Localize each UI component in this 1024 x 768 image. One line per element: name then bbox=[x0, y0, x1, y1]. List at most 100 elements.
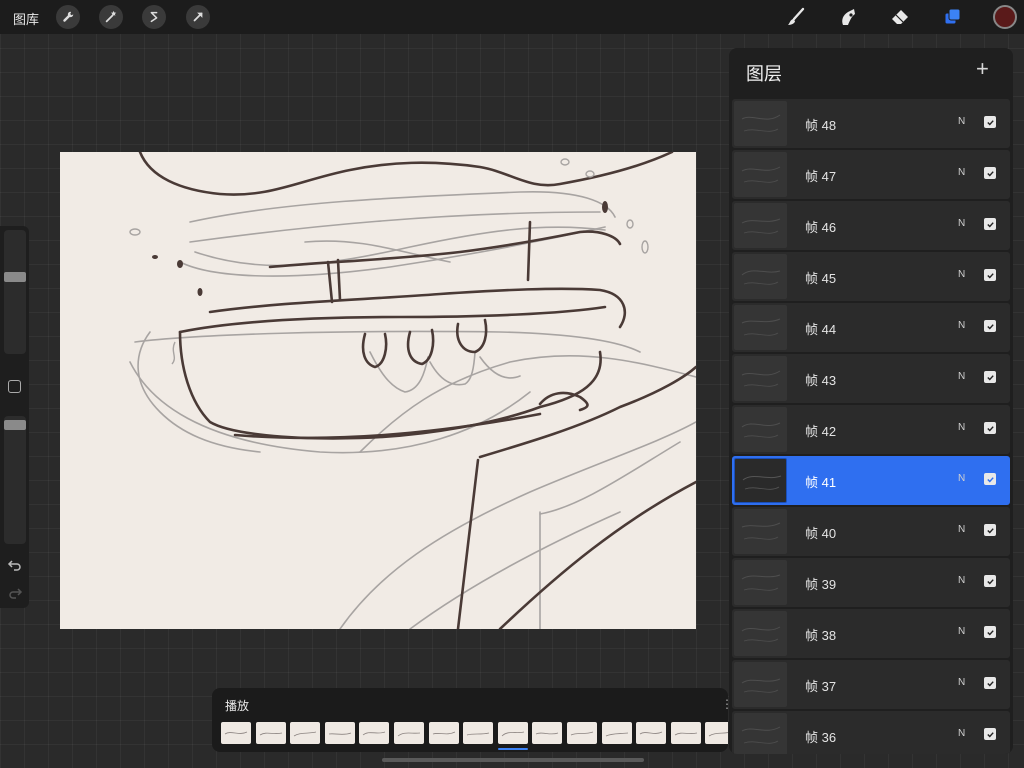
blend-mode-button[interactable]: N bbox=[958, 371, 965, 382]
blend-mode-button[interactable]: N bbox=[958, 422, 965, 433]
layer-row[interactable]: 帧 43 N bbox=[732, 354, 1010, 403]
modify-button[interactable] bbox=[8, 380, 21, 393]
layers-icon[interactable] bbox=[940, 4, 966, 30]
layer-row[interactable]: 帧 46 N bbox=[732, 201, 1010, 250]
color-picker-swatch[interactable] bbox=[993, 5, 1017, 29]
layer-thumbnail[interactable] bbox=[734, 560, 787, 605]
blend-mode-button[interactable]: N bbox=[958, 677, 965, 688]
visibility-checkbox[interactable] bbox=[984, 167, 996, 179]
blend-mode-button[interactable]: N bbox=[958, 575, 965, 586]
blend-mode-button[interactable]: N bbox=[958, 116, 965, 127]
checkmark-icon bbox=[986, 476, 994, 483]
add-layer-button[interactable]: + bbox=[976, 58, 989, 80]
gallery-button[interactable]: 图库 bbox=[13, 9, 39, 28]
blend-mode-button[interactable]: N bbox=[958, 626, 965, 637]
layer-name: 帧 41 bbox=[805, 475, 837, 490]
layer-row[interactable]: 帧 36 N bbox=[732, 711, 1010, 754]
layer-row[interactable]: 帧 48 N bbox=[732, 99, 1010, 148]
layer-name: 帧 36 bbox=[805, 730, 837, 745]
magic-wand-icon[interactable] bbox=[99, 5, 123, 29]
layer-row[interactable]: 帧 42 N bbox=[732, 405, 1010, 454]
drawing-canvas[interactable] bbox=[60, 152, 696, 629]
visibility-checkbox[interactable] bbox=[984, 116, 996, 128]
brush-size-slider-thumb[interactable] bbox=[4, 272, 26, 282]
layer-thumbnail[interactable] bbox=[734, 407, 787, 452]
brush-icon[interactable] bbox=[783, 4, 809, 30]
visibility-checkbox[interactable] bbox=[984, 524, 996, 536]
layer-thumbnail[interactable] bbox=[734, 713, 787, 754]
visibility-checkbox[interactable] bbox=[984, 626, 996, 638]
layer-thumbnail[interactable] bbox=[734, 152, 787, 197]
visibility-checkbox[interactable] bbox=[984, 371, 996, 383]
opacity-slider-thumb[interactable] bbox=[4, 420, 26, 430]
settings-icon[interactable]: ⋮ bbox=[721, 697, 728, 711]
layer-thumbnail[interactable] bbox=[734, 305, 787, 350]
frame-thumbnail[interactable] bbox=[359, 722, 390, 744]
visibility-checkbox[interactable] bbox=[984, 575, 996, 587]
frame-thumbnail[interactable] bbox=[324, 722, 355, 744]
layer-thumbnail[interactable] bbox=[734, 254, 787, 299]
smudge-icon[interactable] bbox=[835, 4, 861, 30]
frame-thumbnail[interactable] bbox=[636, 722, 667, 744]
blend-mode-button[interactable]: N bbox=[958, 269, 965, 280]
frame-thumbnail[interactable] bbox=[497, 722, 528, 744]
blend-mode-button[interactable]: N bbox=[958, 524, 965, 535]
transform-arrow-icon[interactable] bbox=[186, 5, 210, 29]
blend-mode-button[interactable]: N bbox=[958, 473, 965, 484]
visibility-checkbox[interactable] bbox=[984, 218, 996, 230]
layer-row[interactable]: 帧 39 N bbox=[732, 558, 1010, 607]
layer-row[interactable]: 帧 38 N bbox=[732, 609, 1010, 658]
frame-thumbnail[interactable] bbox=[394, 722, 424, 744]
top-toolbar: 图库 bbox=[0, 0, 1024, 34]
frame-thumbnail[interactable] bbox=[290, 722, 321, 744]
opacity-slider[interactable] bbox=[4, 416, 26, 544]
visibility-checkbox[interactable] bbox=[984, 677, 996, 689]
layer-thumbnail[interactable] bbox=[734, 203, 787, 248]
checkmark-icon bbox=[986, 578, 994, 585]
layer-thumbnail[interactable] bbox=[734, 611, 787, 656]
frame-thumbnail[interactable] bbox=[255, 722, 286, 744]
visibility-checkbox[interactable] bbox=[984, 422, 996, 434]
visibility-checkbox[interactable] bbox=[984, 728, 996, 740]
layer-row[interactable]: 帧 45 N bbox=[732, 252, 1010, 301]
checkmark-icon bbox=[986, 680, 994, 687]
frame-thumbnail[interactable] bbox=[670, 722, 701, 744]
undo-icon[interactable] bbox=[7, 557, 23, 573]
layers-title: 图层 bbox=[746, 64, 782, 84]
brush-size-slider[interactable] bbox=[4, 230, 26, 354]
redo-icon[interactable] bbox=[7, 585, 23, 601]
frame-thumbnail[interactable] bbox=[532, 722, 563, 744]
layer-thumbnail[interactable] bbox=[734, 356, 787, 401]
layer-row[interactable]: 帧 47 N bbox=[732, 150, 1010, 199]
layer-row[interactable]: 帧 40 N bbox=[732, 507, 1010, 556]
blend-mode-button[interactable]: N bbox=[958, 320, 965, 331]
layer-row[interactable]: 帧 37 N bbox=[732, 660, 1010, 709]
checkmark-icon bbox=[986, 731, 994, 738]
layers-header: 图层 + bbox=[729, 48, 1013, 96]
layer-thumbnail[interactable] bbox=[734, 509, 787, 554]
visibility-checkbox[interactable] bbox=[984, 320, 996, 332]
wrench-icon[interactable] bbox=[56, 5, 80, 29]
layer-name: 帧 37 bbox=[805, 679, 837, 694]
layer-row[interactable]: 帧 41 N bbox=[732, 456, 1010, 505]
frame-thumbnail[interactable] bbox=[221, 722, 251, 744]
playback-button[interactable]: 播放 bbox=[225, 697, 249, 714]
frame-thumbnail[interactable] bbox=[567, 722, 597, 744]
eraser-icon[interactable] bbox=[887, 4, 913, 30]
layer-thumbnail[interactable] bbox=[734, 101, 787, 146]
selection-s-icon[interactable] bbox=[142, 5, 166, 29]
checkmark-icon bbox=[986, 272, 994, 279]
visibility-checkbox[interactable] bbox=[984, 269, 996, 281]
blend-mode-button[interactable]: N bbox=[958, 728, 965, 739]
frame-thumbnail[interactable] bbox=[601, 722, 632, 744]
frame-thumbnail[interactable] bbox=[705, 722, 728, 744]
frame-thumbnail[interactable] bbox=[428, 722, 459, 744]
frame-thumbnail[interactable] bbox=[463, 722, 494, 744]
layer-row[interactable]: 帧 44 N bbox=[732, 303, 1010, 352]
layer-thumbnail[interactable] bbox=[734, 662, 787, 707]
visibility-checkbox[interactable] bbox=[984, 473, 996, 485]
checkmark-icon bbox=[986, 170, 994, 177]
blend-mode-button[interactable]: N bbox=[958, 167, 965, 178]
layer-thumbnail[interactable] bbox=[734, 458, 787, 503]
blend-mode-button[interactable]: N bbox=[958, 218, 965, 229]
